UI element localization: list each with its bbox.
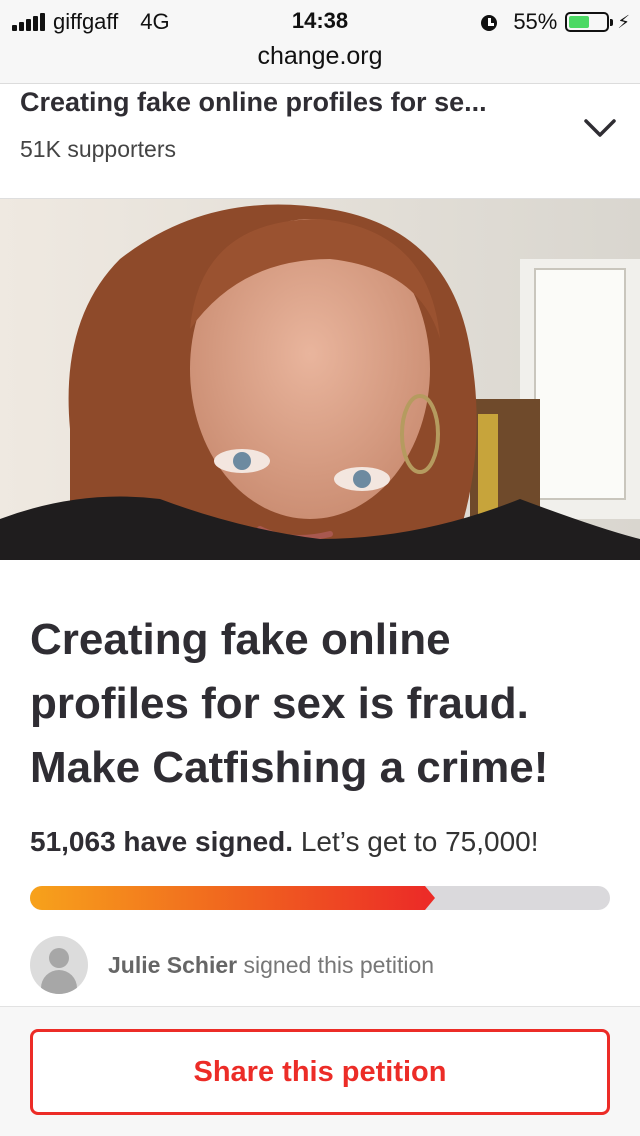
charging-bolt-icon: ⚡: [617, 11, 630, 32]
status-bar: giffgaff 4G 14:38 55% ⚡ change.org: [0, 0, 640, 84]
petition-content: Creating fake online profiles for sex is…: [0, 560, 640, 1006]
petition-photo-illustration: [0, 199, 640, 560]
signer-action: signed this petition: [243, 951, 435, 978]
share-petition-button[interactable]: Share this petition: [30, 1029, 610, 1115]
signature-count-line: 51,063 have signed. Let’s get to 75,000!: [30, 826, 539, 858]
status-right: 55% ⚡: [479, 8, 630, 36]
recent-signer: Julie Schier signed this petition: [30, 936, 434, 994]
chevron-down-icon[interactable]: [582, 112, 618, 142]
signer-name: Julie Schier: [108, 951, 238, 978]
recent-signer-text: Julie Schier signed this petition: [108, 952, 434, 979]
address-bar-url[interactable]: change.org: [0, 42, 640, 71]
battery-percent: 55%: [513, 9, 558, 34]
signature-progress-fill: [30, 886, 425, 910]
petition-sticky-header[interactable]: Creating fake online profiles for se... …: [0, 84, 640, 199]
signature-goal: Let’s get to 75,000!: [300, 826, 539, 857]
header-supporters-count: 51K supporters: [20, 136, 176, 162]
progress-tip: [424, 886, 435, 910]
alarm-icon: [479, 12, 499, 32]
signed-count: 51,063 have signed.: [30, 826, 294, 857]
signature-progress-bar: [30, 886, 610, 910]
petition-photo: [0, 199, 640, 560]
header-petition-title: Creating fake online profiles for se...: [20, 87, 487, 117]
bottom-action-bar: Share this petition: [0, 1006, 640, 1136]
battery-icon: [565, 12, 614, 32]
petition-headline: Creating fake online profiles for sex is…: [30, 615, 549, 792]
avatar: [30, 936, 88, 994]
